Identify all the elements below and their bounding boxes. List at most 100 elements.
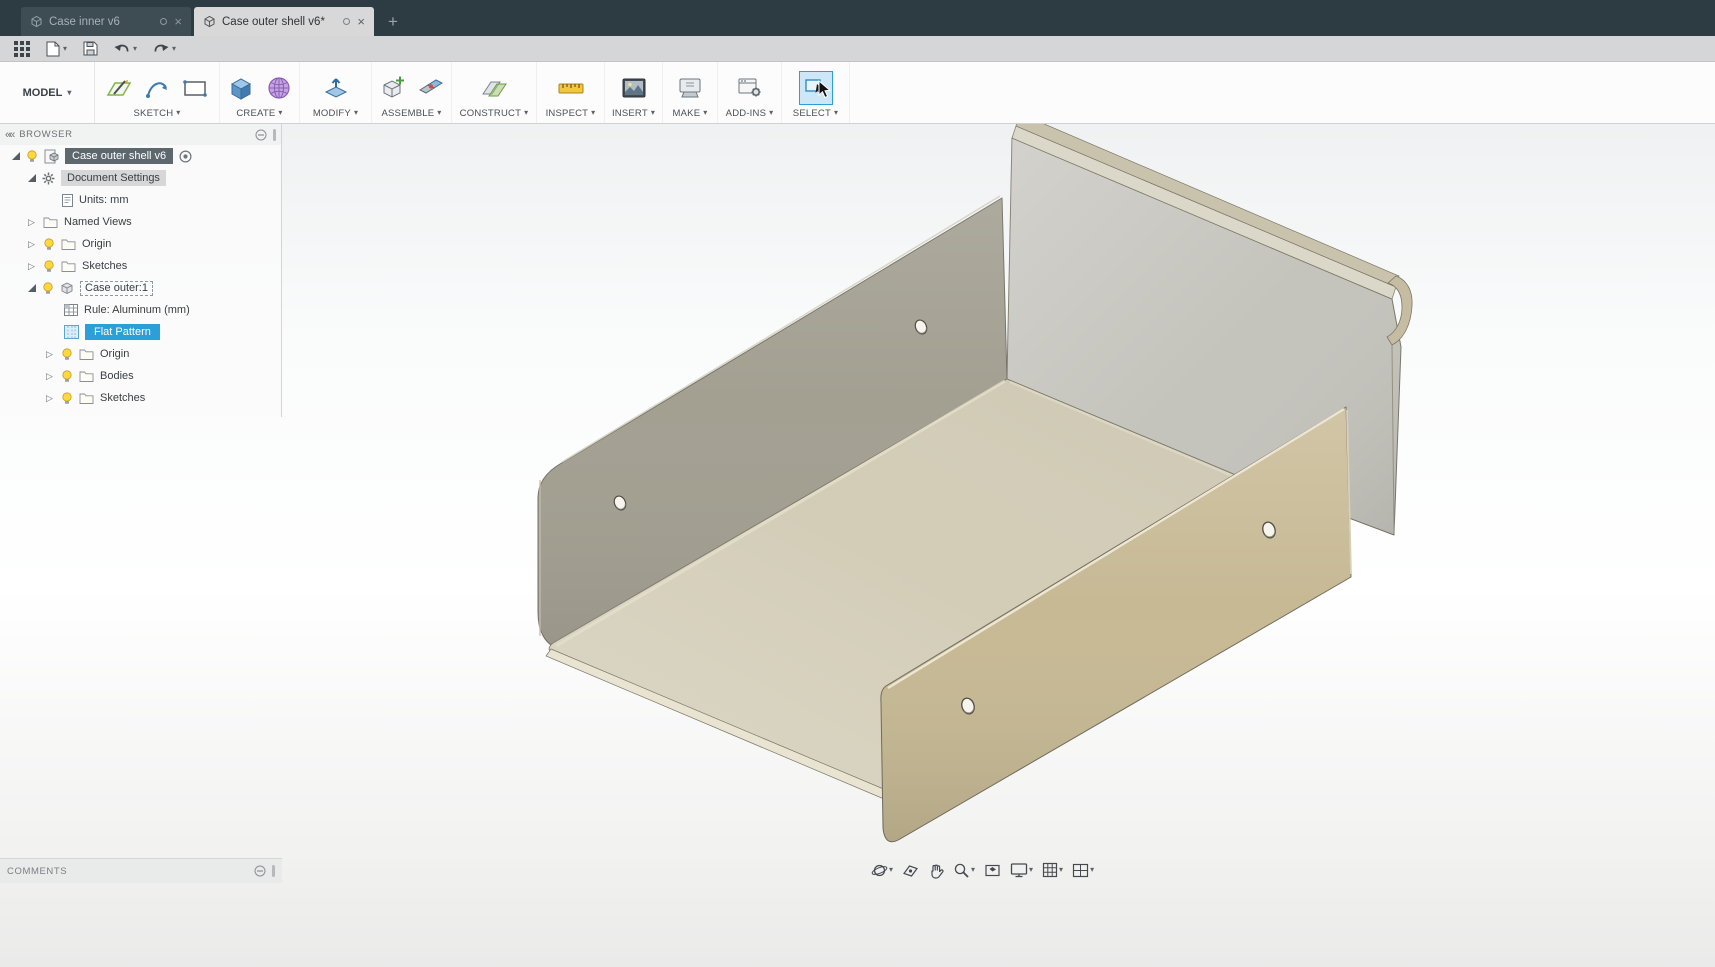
tab-label[interactable]: Case inner v6 — [49, 16, 120, 28]
sketch-arc-button[interactable] — [141, 72, 173, 104]
tree-row-named-views[interactable]: ▷ Named Views — [0, 211, 281, 233]
press-pull-button[interactable] — [320, 72, 352, 104]
tree-row-document-settings[interactable]: Document Settings — [0, 167, 281, 189]
group-label[interactable]: ASSEMBLE — [381, 108, 434, 119]
tree-row-label[interactable]: Flat Pattern — [85, 324, 160, 340]
tree-row-root-document[interactable]: Case outer shell v6 — [0, 145, 281, 167]
document-tab-case-inner[interactable]: Case inner v6 × — [21, 7, 191, 36]
tree-row-component-case-outer[interactable]: Case outer:1 — [0, 277, 281, 299]
close-tab-icon[interactable]: × — [356, 15, 366, 28]
scrollbar-nub[interactable] — [273, 129, 276, 141]
apps-grid-button[interactable] — [7, 36, 37, 61]
pan-button[interactable] — [925, 860, 947, 881]
tree-row-label[interactable]: Named Views — [64, 216, 132, 228]
node-expanded-icon[interactable] — [28, 174, 36, 182]
tree-row-sketches[interactable]: ▷ Sketches — [0, 255, 281, 277]
create-sketch-button[interactable] — [103, 72, 135, 104]
save-button[interactable] — [76, 36, 105, 61]
node-collapsed-icon[interactable]: ▷ — [46, 349, 55, 360]
construct-plane-button[interactable] — [478, 72, 510, 104]
tree-row-label[interactable]: Case outer:1 — [80, 281, 153, 296]
document-tab-case-outer-shell[interactable]: Case outer shell v6* × — [194, 7, 374, 36]
visibility-bulb-icon[interactable] — [26, 150, 38, 163]
tree-row-component-sketches[interactable]: ▷ Sketches — [0, 387, 281, 409]
tree-row-label[interactable]: Sketches — [82, 260, 127, 272]
node-collapsed-icon[interactable]: ▷ — [28, 239, 37, 250]
node-collapsed-icon[interactable]: ▷ — [28, 217, 37, 228]
navigation-bar: ▾ ▾ ▾ ▾ — [868, 855, 1097, 885]
group-label[interactable]: SELECT — [793, 108, 831, 119]
sketch-rectangle-button[interactable] — [179, 72, 211, 104]
display-settings-button[interactable]: ▾ — [1007, 860, 1036, 880]
caret-icon: ▾ — [703, 109, 707, 117]
group-label[interactable]: SKETCH — [134, 108, 174, 119]
visibility-bulb-icon[interactable] — [61, 392, 73, 405]
workspace-switcher[interactable]: MODEL ▾ — [0, 62, 95, 123]
visibility-bulb-icon[interactable] — [61, 348, 73, 361]
tab-label[interactable]: Case outer shell v6* — [222, 16, 325, 28]
viewports-button[interactable]: ▾ — [1069, 861, 1097, 880]
node-collapsed-icon[interactable]: ▷ — [46, 371, 55, 382]
redo-icon — [153, 42, 169, 55]
caret-icon: ▾ — [1029, 866, 1033, 874]
add-ins-scripts-icon — [736, 74, 764, 102]
tree-row-label[interactable]: Bodies — [100, 370, 134, 382]
tree-row-label[interactable]: Case outer shell v6 — [65, 148, 173, 164]
tree-row-origin[interactable]: ▷ Origin — [0, 233, 281, 255]
group-label[interactable]: INSPECT — [546, 108, 589, 119]
group-label[interactable]: CREATE — [236, 108, 275, 119]
group-label[interactable]: MAKE — [673, 108, 701, 119]
tree-row-bodies[interactable]: ▷ Bodies — [0, 365, 281, 387]
minimize-panel-icon[interactable] — [255, 129, 267, 141]
group-label[interactable]: INSERT — [612, 108, 648, 119]
orbit-button[interactable]: ▾ — [868, 860, 896, 881]
tree-row-units[interactable]: Units: mm — [0, 189, 281, 211]
create-form-button[interactable] — [263, 72, 295, 104]
3d-canvas[interactable]: «« BROWSER Case outer shell v6 — [0, 124, 1715, 967]
tree-row-component-origin[interactable]: ▷ Origin — [0, 343, 281, 365]
new-component-button[interactable] — [377, 72, 409, 104]
tree-row-sheet-metal-rule[interactable]: Rule: Aluminum (mm) — [0, 299, 281, 321]
node-expanded-icon[interactable] — [12, 152, 20, 160]
tree-row-label[interactable]: Rule: Aluminum (mm) — [84, 304, 190, 316]
visibility-bulb-icon[interactable] — [61, 370, 73, 383]
measure-button[interactable] — [555, 72, 587, 104]
insert-canvas-icon — [620, 74, 648, 102]
tree-row-label[interactable]: Units: mm — [79, 194, 129, 206]
redo-button[interactable]: ▾ — [146, 36, 183, 61]
tree-row-flat-pattern[interactable]: Flat Pattern — [0, 321, 281, 343]
tree-row-label[interactable]: Origin — [82, 238, 111, 250]
create-box-button[interactable] — [225, 72, 257, 104]
visibility-bulb-icon[interactable] — [43, 260, 55, 273]
grid-display-button[interactable]: ▾ — [1039, 860, 1066, 880]
close-tab-icon[interactable]: × — [173, 15, 183, 28]
browser-panel: «« BROWSER Case outer shell v6 — [0, 124, 282, 417]
group-label[interactable]: ADD-INS — [726, 108, 766, 119]
undo-button[interactable]: ▾ — [107, 36, 144, 61]
ground-visibility-icon[interactable] — [179, 150, 192, 163]
fit-button[interactable] — [981, 860, 1004, 881]
zoom-button[interactable]: ▾ — [950, 860, 978, 881]
look-at-button[interactable] — [899, 860, 922, 881]
comments-panel[interactable]: COMMENTS — [0, 858, 282, 883]
node-collapsed-icon[interactable]: ▷ — [46, 393, 55, 404]
visibility-bulb-icon[interactable] — [42, 282, 54, 295]
node-expanded-icon[interactable] — [28, 284, 36, 292]
node-collapsed-icon[interactable]: ▷ — [28, 261, 37, 272]
tree-row-label[interactable]: Document Settings — [61, 170, 166, 186]
make-button[interactable] — [674, 72, 706, 104]
new-document-tab-button[interactable]: + — [377, 7, 409, 36]
group-label[interactable]: CONSTRUCT — [460, 108, 521, 119]
file-menu-button[interactable]: ▾ — [39, 36, 74, 61]
joint-button[interactable] — [415, 72, 447, 104]
scrollbar-nub[interactable] — [272, 865, 275, 877]
collapse-panel-icon[interactable]: «« — [5, 129, 13, 141]
add-ins-button[interactable] — [734, 72, 766, 104]
minimize-panel-icon[interactable] — [254, 865, 266, 877]
tree-row-label[interactable]: Origin — [100, 348, 129, 360]
toolbar-group-insert: INSERT▾ — [605, 62, 663, 123]
tree-row-label[interactable]: Sketches — [100, 392, 145, 404]
visibility-bulb-icon[interactable] — [43, 238, 55, 251]
group-label[interactable]: MODIFY — [313, 108, 351, 119]
insert-canvas-button[interactable] — [618, 72, 650, 104]
